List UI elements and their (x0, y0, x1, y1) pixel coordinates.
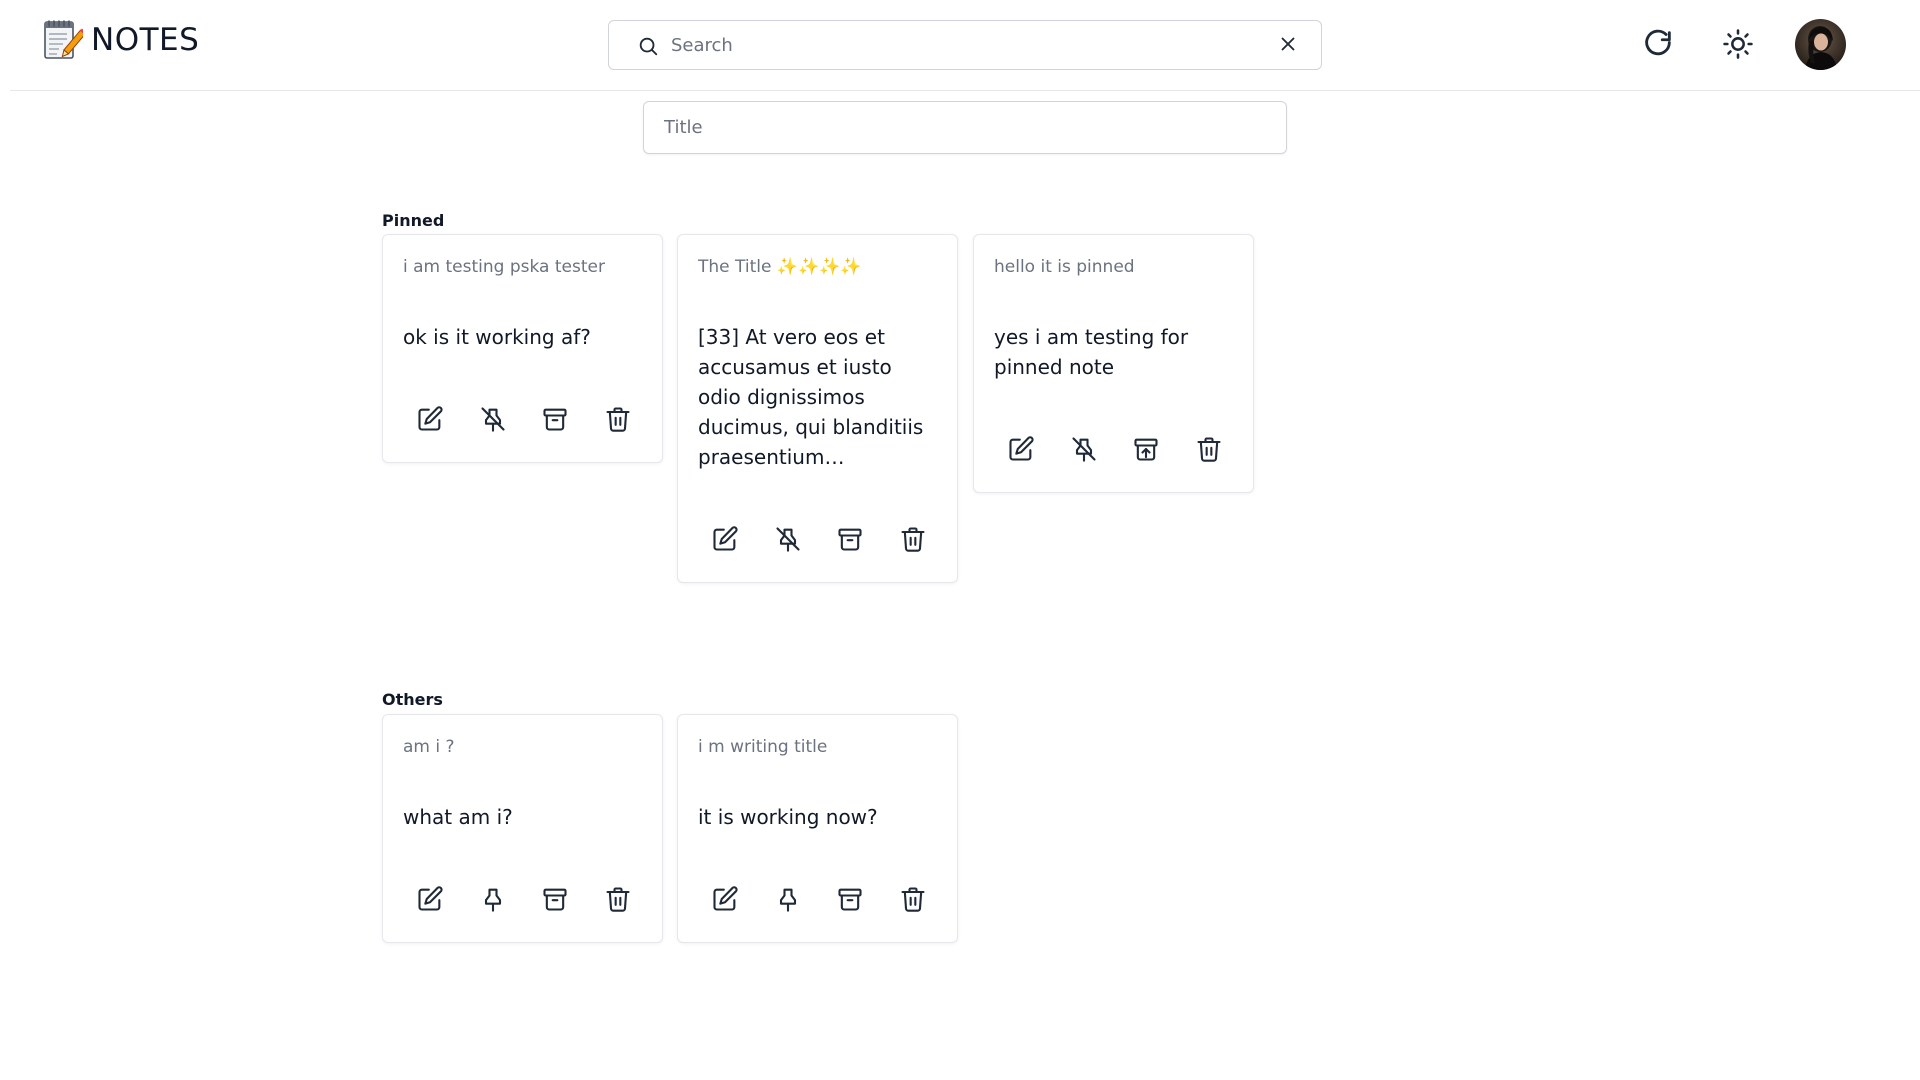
unpin-icon[interactable] (1070, 435, 1098, 463)
archive-icon[interactable] (541, 405, 569, 433)
app-title: NOTES (91, 22, 200, 58)
archive-icon[interactable] (836, 525, 864, 553)
trash-icon[interactable] (899, 885, 927, 913)
note-title: am i ? (403, 737, 455, 757)
note-card[interactable]: The Title ✨✨✨✨ [33] At vero eos et accus… (677, 234, 958, 583)
search-icon[interactable] (637, 35, 659, 57)
edit-icon[interactable] (416, 885, 444, 913)
trash-icon[interactable] (604, 405, 632, 433)
note-title: hello it is pinned (994, 257, 1135, 277)
trash-icon[interactable] (899, 525, 927, 553)
edit-icon[interactable] (1007, 435, 1035, 463)
edit-icon[interactable] (711, 885, 739, 913)
close-icon[interactable] (1277, 33, 1299, 55)
note-actions (416, 885, 632, 913)
archive-icon[interactable] (541, 885, 569, 913)
user-avatar-image (1795, 19, 1846, 70)
app-header: NOTES (10, 0, 1920, 91)
edit-icon[interactable] (416, 405, 444, 433)
note-title: i am testing pska tester (403, 257, 605, 277)
trash-icon[interactable] (1195, 435, 1223, 463)
note-actions (416, 405, 632, 433)
unpin-icon[interactable] (774, 525, 802, 553)
note-title-input[interactable] (644, 102, 1286, 153)
note-body: it is working now? (698, 805, 878, 829)
note-actions (711, 525, 927, 553)
sun-icon[interactable] (1721, 27, 1755, 61)
refresh-icon[interactable] (1641, 27, 1675, 61)
note-body: ok is it working af? (403, 325, 591, 349)
app-logo[interactable]: NOTES (39, 18, 199, 62)
note-title-field (643, 101, 1287, 154)
notepad-pencil-icon (44, 20, 83, 59)
note-card[interactable]: i am testing pska tester ok is it workin… (382, 234, 663, 463)
note-body: yes i am testing for pinned note (994, 325, 1189, 379)
edit-icon[interactable] (711, 525, 739, 553)
note-card[interactable]: hello it is pinned yes i am testing for … (973, 234, 1254, 493)
unarchive-icon[interactable] (1132, 435, 1160, 463)
note-actions (1007, 435, 1223, 463)
unpin-icon[interactable] (479, 405, 507, 433)
trash-icon[interactable] (604, 885, 632, 913)
note-card[interactable]: am i ? what am i? (382, 714, 663, 943)
others-heading: Others (382, 690, 443, 709)
avatar[interactable] (1795, 19, 1846, 70)
note-body: [33] At vero eos et accusamus et iusto o… (698, 325, 924, 469)
note-title: i m writing title (698, 737, 828, 757)
search-input[interactable] (669, 21, 1269, 69)
search-bar (608, 20, 1322, 70)
pin-icon[interactable] (774, 885, 802, 913)
note-card[interactable]: i m writing title it is working now? (677, 714, 958, 943)
archive-icon[interactable] (836, 885, 864, 913)
note-actions (711, 885, 927, 913)
pin-icon[interactable] (479, 885, 507, 913)
pinned-heading: Pinned (382, 211, 445, 230)
note-body: what am i? (403, 805, 513, 829)
note-title: The Title ✨✨✨✨ (698, 257, 862, 277)
